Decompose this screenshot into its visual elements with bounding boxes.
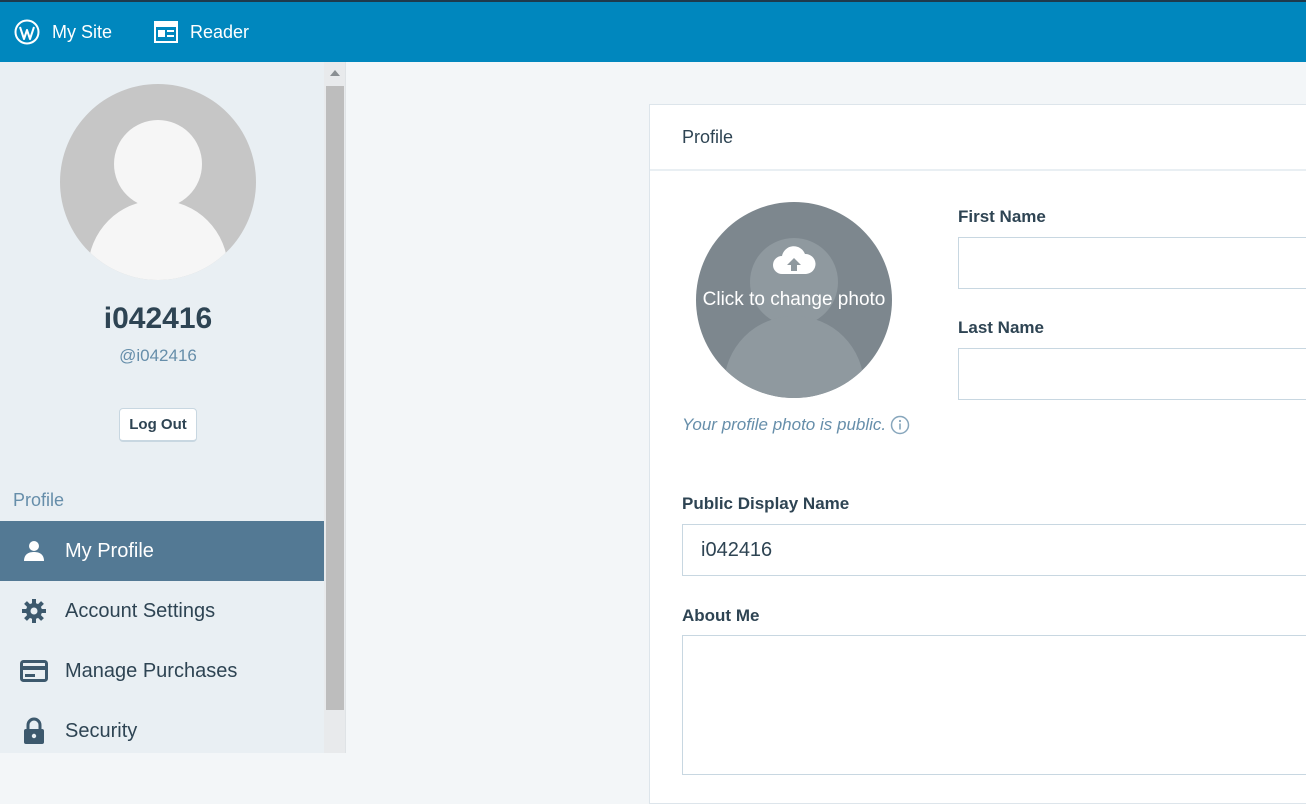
display-name-label: Public Display Name [682,494,850,513]
sidebar-item-my-profile[interactable]: My Profile [0,521,324,581]
display-name-field[interactable] [682,524,1306,576]
reader-link[interactable]: Reader [140,2,263,62]
scroll-up-arrow-icon[interactable] [330,70,340,76]
person-icon [20,537,48,565]
reader-icon [154,21,179,43]
photo-note-text: Your profile photo is public. [682,415,887,434]
last-name-field[interactable] [958,348,1306,400]
sidebar-item-label: Security [65,719,138,742]
sidebar-item-account-settings[interactable]: Account Settings [0,581,324,641]
card-header: Profile [650,105,1306,171]
sidebar-menu: My Profile Account Settings Manage Purch… [0,521,324,761]
sidebar: i042416 @i042416 Log Out Profile My Prof… [0,62,324,753]
scrollbar-thumb[interactable] [326,86,344,710]
avatar [60,84,256,280]
sidebar-item-security[interactable]: Security [0,701,324,761]
credit-card-icon [20,657,48,685]
first-name-field[interactable] [958,237,1306,289]
reader-label: Reader [190,21,250,42]
card-title: Profile [682,126,734,147]
profile-card: Profile Click to change photo Your profi… [649,104,1306,804]
gear-icon [20,597,48,625]
change-photo-button[interactable]: Click to change photo [696,202,892,398]
profile-username: @i042416 [119,346,197,365]
sidebar-item-manage-purchases[interactable]: Manage Purchases [0,641,324,701]
info-icon[interactable] [890,415,910,435]
logout-button[interactable]: Log Out [119,408,197,442]
masterbar: My Site Reader [0,0,1306,62]
wordpress-logo-icon [14,19,40,45]
sidebar-scrollbar[interactable] [324,62,346,753]
my-site-label: My Site [52,21,113,42]
lock-icon [20,717,48,745]
my-site-link[interactable]: My Site [0,2,126,62]
sidebar-item-label: Manage Purchases [65,659,238,682]
first-name-label: First Name [958,207,1046,226]
sidebar-item-label: My Profile [65,539,154,562]
last-name-label: Last Name [958,318,1044,337]
profile-display-name: i042416 [103,302,213,335]
sidebar-item-label: Account Settings [65,599,216,622]
about-me-label: About Me [682,606,760,625]
photo-public-note: Your profile photo is public. [682,415,910,435]
cloud-upload-icon [772,244,816,281]
about-me-textarea[interactable] [682,635,1306,775]
sidebar-section-heading: Profile [13,490,65,510]
change-photo-label: Click to change photo [702,289,886,310]
